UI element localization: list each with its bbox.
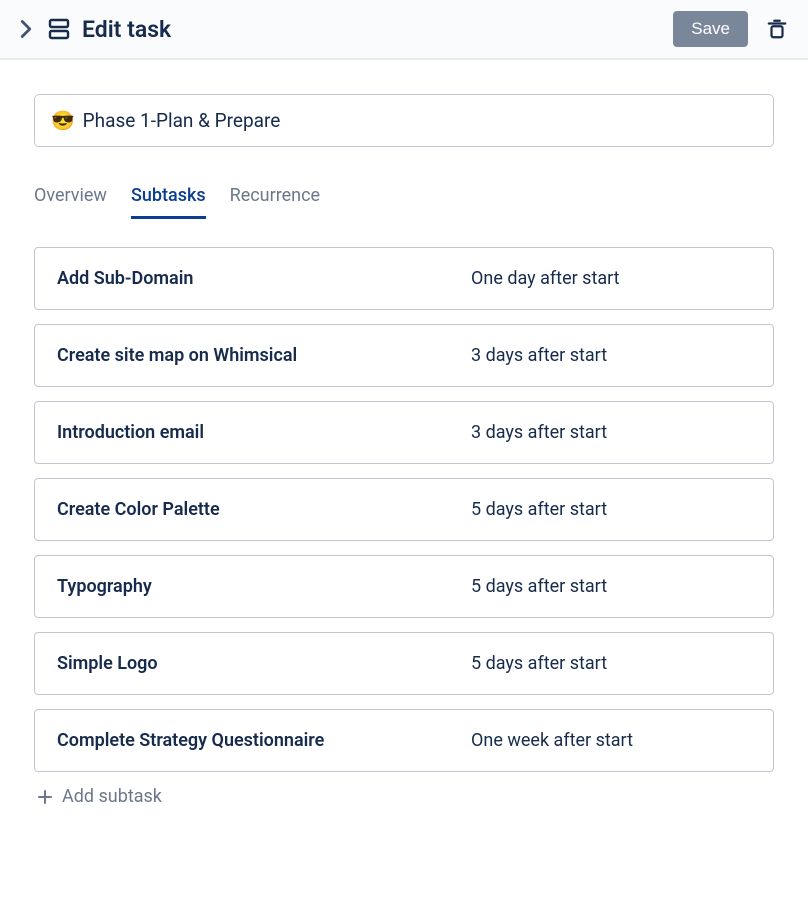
tab-subtasks[interactable]: Subtasks <box>131 185 206 219</box>
add-subtask-label: Add subtask <box>62 786 162 807</box>
subtask-row[interactable]: Complete Strategy QuestionnaireOne week … <box>34 709 774 772</box>
subtask-list: Add Sub-DomainOne day after start Create … <box>34 247 774 772</box>
subtask-name: Create site map on Whimsical <box>57 345 471 366</box>
subtask-name: Introduction email <box>57 422 471 443</box>
save-button[interactable]: Save <box>673 11 748 47</box>
content-area: 😎 Phase 1-Plan & Prepare Overview Subtask… <box>0 60 808 807</box>
subtask-due: 3 days after start <box>471 422 751 443</box>
subtask-row[interactable]: Introduction email3 days after start <box>34 401 774 464</box>
subtask-row[interactable]: Create Color Palette5 days after start <box>34 478 774 541</box>
subtask-row[interactable]: Typography5 days after start <box>34 555 774 618</box>
task-name-input[interactable]: 😎 Phase 1-Plan & Prepare <box>34 94 774 147</box>
subtask-due: One week after start <box>471 730 751 751</box>
delete-button[interactable] <box>762 14 792 44</box>
header-bar: Edit task Save <box>0 0 808 60</box>
subtask-row[interactable]: Simple Logo5 days after start <box>34 632 774 695</box>
plus-icon <box>36 788 54 806</box>
subtask-due: One day after start <box>471 268 751 289</box>
add-subtask-button[interactable]: Add subtask <box>34 786 774 807</box>
tab-recurrence[interactable]: Recurrence <box>230 185 320 219</box>
task-emoji: 😎 <box>51 111 75 130</box>
subtask-due: 5 days after start <box>471 499 751 520</box>
subtask-row[interactable]: Add Sub-DomainOne day after start <box>34 247 774 310</box>
task-icon <box>46 16 72 42</box>
subtask-name: Create Color Palette <box>57 499 471 520</box>
subtask-row[interactable]: Create site map on Whimsical3 days after… <box>34 324 774 387</box>
subtask-due: 5 days after start <box>471 653 751 674</box>
back-chevron-icon[interactable] <box>14 17 38 41</box>
subtask-name: Add Sub-Domain <box>57 268 471 289</box>
subtask-due: 5 days after start <box>471 576 751 597</box>
subtask-name: Complete Strategy Questionnaire <box>57 730 471 751</box>
header-left: Edit task <box>14 16 673 43</box>
task-name-text: Phase 1-Plan & Prepare <box>83 109 281 132</box>
tabs: Overview Subtasks Recurrence <box>34 185 774 219</box>
subtask-name: Typography <box>57 576 471 597</box>
subtask-due: 3 days after start <box>471 345 751 366</box>
tab-overview[interactable]: Overview <box>34 185 107 219</box>
subtask-name: Simple Logo <box>57 653 471 674</box>
page-title: Edit task <box>82 16 171 43</box>
